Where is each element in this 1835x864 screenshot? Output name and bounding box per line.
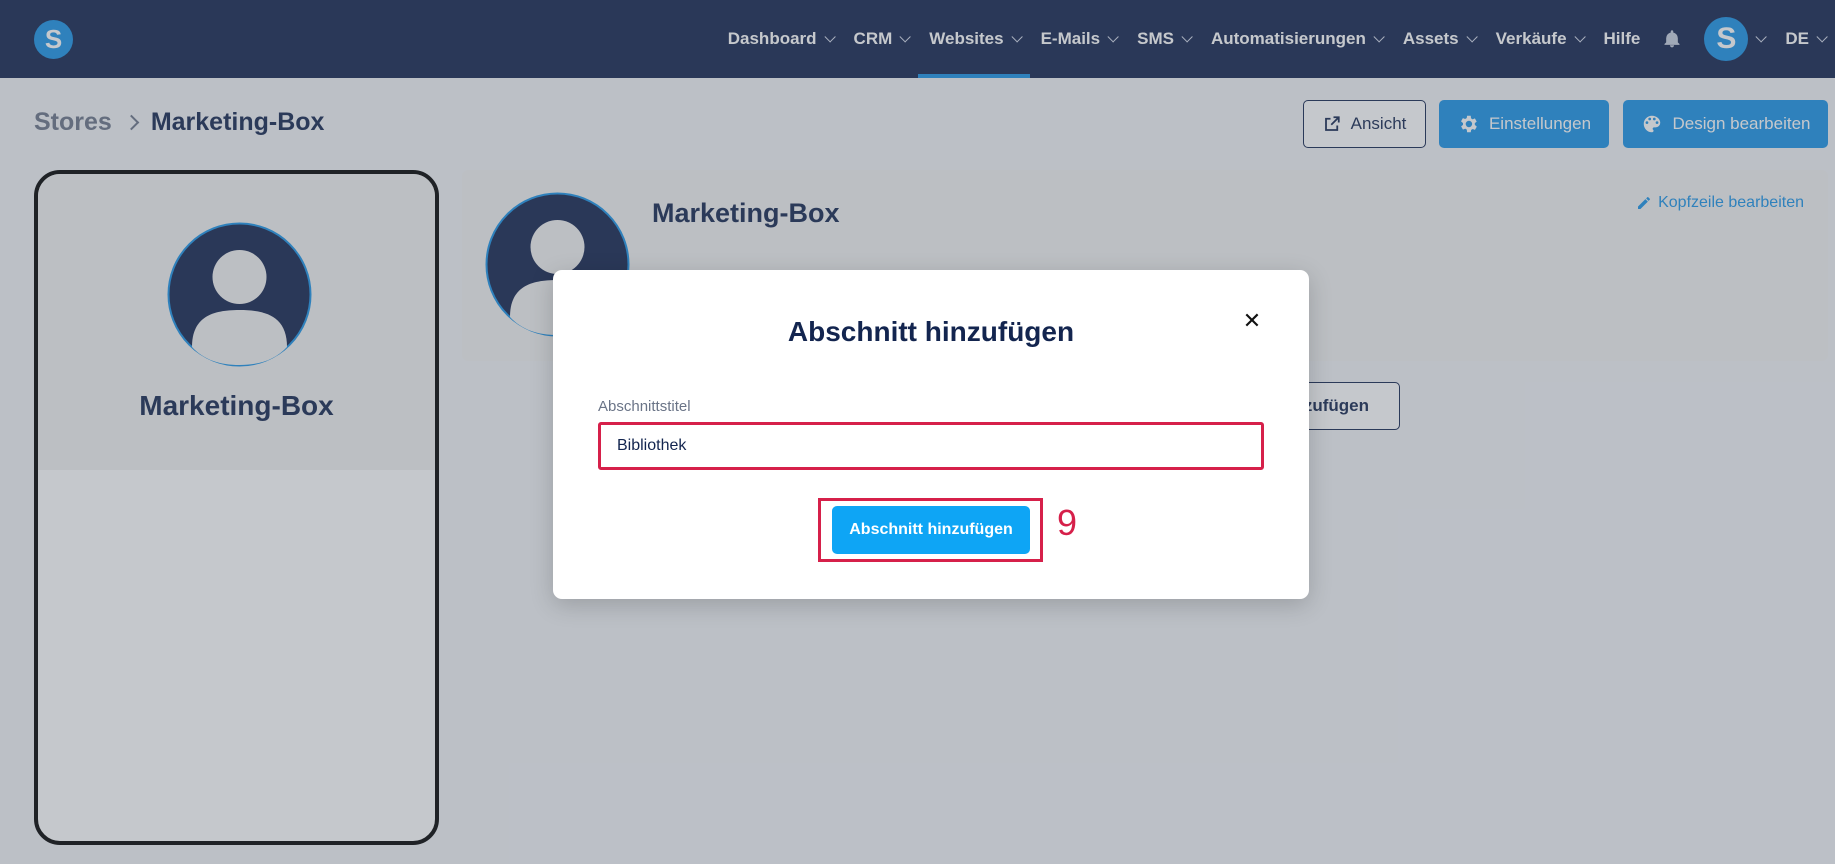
section-title-value: Bibliothek (617, 437, 687, 454)
close-icon[interactable]: ✕ (1241, 308, 1263, 333)
section-title-label: Abschnittstitel (598, 398, 691, 415)
submit-label: Abschnitt hinzufügen (849, 521, 1013, 538)
add-section-modal: Abschnitt hinzufügen ✕ Abschnittstitel B… (553, 270, 1309, 599)
step-number-annotation: 9 (1057, 502, 1078, 543)
add-section-submit-button[interactable]: Abschnitt hinzufügen (832, 506, 1030, 554)
section-title-input[interactable]: Bibliothek (598, 422, 1264, 470)
modal-title: Abschnitt hinzufügen (787, 316, 1075, 347)
